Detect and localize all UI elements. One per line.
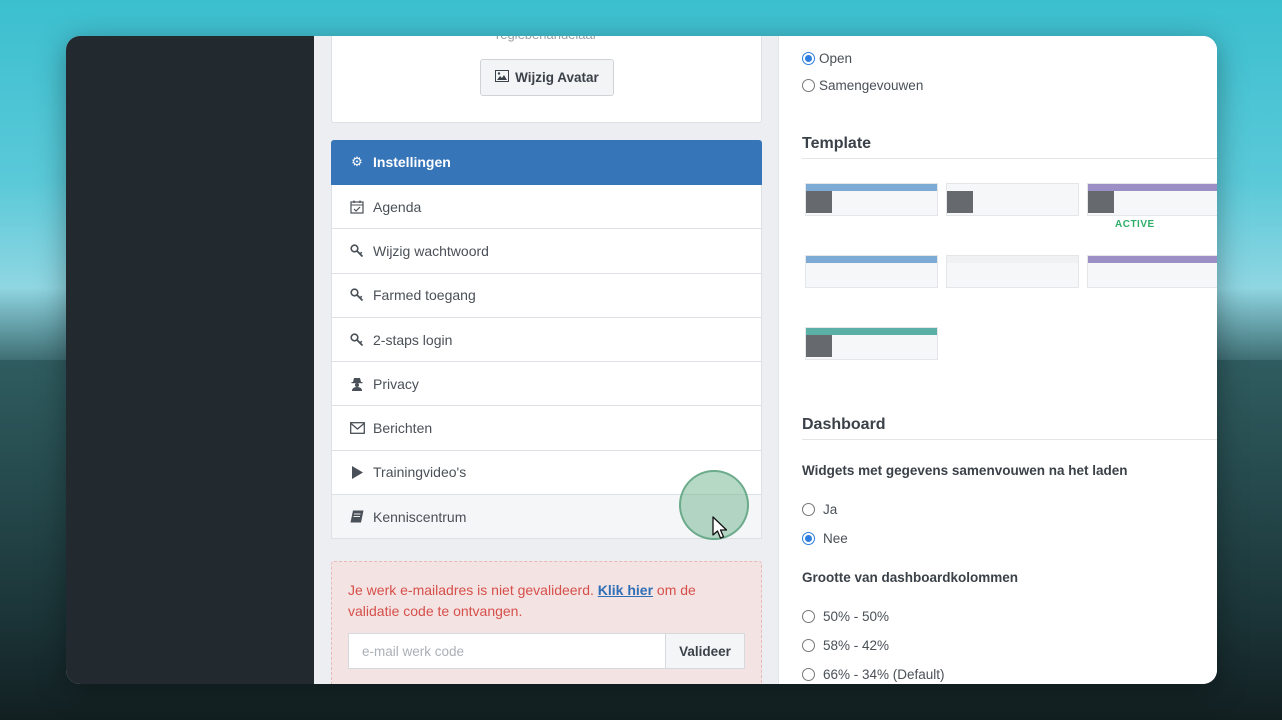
radio-label: Nee	[823, 531, 848, 546]
radio-button[interactable]	[802, 668, 815, 681]
change-avatar-button[interactable]: Wijzig Avatar	[480, 59, 614, 96]
work-email-code-input[interactable]	[348, 633, 665, 669]
menu-item-label: Instellingen	[373, 154, 451, 170]
gears-icon: ⚙	[351, 154, 363, 169]
app-window: regiebehandelaar Wijzig Avatar ⚙ Instell…	[66, 36, 1217, 684]
radio-button[interactable]	[802, 52, 815, 65]
play-icon	[349, 465, 365, 479]
radio-label: Ja	[823, 502, 838, 517]
menu-item-wijzig-wachtwoord[interactable]: Wijzig wachtwoord	[331, 229, 762, 274]
validation-form: Valideer	[348, 633, 745, 669]
validate-button[interactable]: Valideer	[665, 633, 745, 669]
menu-item-label: Privacy	[373, 375, 419, 392]
radio-button[interactable]	[802, 503, 815, 516]
dashboard-columns-question: Grootte van dashboardkolommen	[802, 570, 1019, 585]
template-option-4[interactable]	[805, 255, 938, 288]
menu-item-berichten[interactable]: Berichten	[331, 406, 762, 451]
alert-text-before: Je werk e-mailadres is niet gevalideerd.	[348, 582, 594, 598]
sidebar-option-collapsed[interactable]: Samengevouwen	[802, 78, 923, 93]
click-here-link[interactable]: Klik hier	[598, 582, 653, 598]
collapse-option-ja[interactable]: Ja	[802, 502, 837, 517]
radio-button[interactable]	[802, 79, 815, 92]
book-icon	[349, 510, 365, 523]
template-option-3[interactable]	[1087, 183, 1217, 216]
template-option-6[interactable]	[1087, 255, 1217, 288]
avatar-card: regiebehandelaar Wijzig Avatar	[331, 36, 762, 123]
alert-message: Je werk e-mailadres is niet gevalideerd.…	[348, 580, 745, 622]
template-option-5[interactable]	[946, 255, 1079, 288]
radio-button[interactable]	[802, 639, 815, 652]
change-avatar-label: Wijzig Avatar	[515, 70, 599, 85]
settings-panel: Open Samengevouwen Template ACTIVE Dashb…	[778, 36, 1217, 684]
menu-item-label: Trainingvideo's	[373, 464, 467, 481]
template-option-7[interactable]	[805, 327, 938, 360]
radio-label: Samengevouwen	[819, 78, 924, 93]
columns-option-66-34[interactable]: 66% - 34% (Default)	[802, 667, 945, 682]
dashboard-section-title: Dashboard	[802, 416, 1217, 440]
sidebar-option-open[interactable]: Open	[802, 51, 852, 66]
menu-item-farmed-toegang[interactable]: Farmed toegang	[331, 273, 762, 318]
menu-item-label: Berichten	[373, 420, 433, 437]
menu-item-instellingen[interactable]: ⚙ Instellingen	[331, 140, 762, 185]
menu-item-privacy[interactable]: Privacy	[331, 362, 762, 407]
dark-sidebar	[66, 36, 314, 684]
envelope-icon	[349, 422, 365, 435]
template-option-2[interactable]	[946, 183, 1079, 216]
active-template-label: ACTIVE	[1115, 219, 1155, 230]
collapse-option-nee[interactable]: Nee	[802, 531, 848, 546]
key-icon	[349, 288, 365, 302]
radio-label: 66% - 34% (Default)	[823, 667, 945, 682]
menu-item-label: Agenda	[373, 198, 422, 215]
template-section-title: Template	[802, 135, 1217, 159]
mouse-cursor-icon	[712, 516, 728, 539]
calendar-check-icon	[349, 200, 365, 214]
menu-item-label: Kenniscentrum	[373, 508, 467, 525]
menu-item-label: 2-staps login	[373, 331, 453, 348]
key-icon	[349, 244, 365, 258]
menu-item-agenda[interactable]: Agenda	[331, 185, 762, 230]
image-icon	[495, 70, 510, 85]
profile-column: regiebehandelaar Wijzig Avatar ⚙ Instell…	[314, 36, 778, 684]
columns-option-58-42[interactable]: 58% - 42%	[802, 638, 889, 653]
menu-item-2-staps-login[interactable]: 2-staps login	[331, 317, 762, 363]
user-role: regiebehandelaar	[332, 36, 761, 42]
email-validation-alert: Je werk e-mailadres is niet gevalideerd.…	[331, 561, 762, 684]
radio-button[interactable]	[802, 610, 815, 623]
key-icon	[349, 332, 365, 347]
user-secret-icon	[349, 377, 365, 391]
menu-item-label: Farmed toegang	[373, 287, 476, 304]
columns-option-50-50[interactable]: 50% - 50%	[802, 609, 889, 624]
radio-label: Open	[819, 51, 853, 66]
collapse-widgets-question: Widgets met gegevens samenvouwen na het …	[802, 463, 1128, 478]
menu-item-label: Wijzig wachtwoord	[373, 242, 489, 259]
radio-label: 58% - 42%	[823, 638, 890, 653]
radio-button[interactable]	[802, 532, 815, 545]
template-option-1[interactable]	[805, 183, 938, 216]
radio-label: 50% - 50%	[823, 609, 890, 624]
